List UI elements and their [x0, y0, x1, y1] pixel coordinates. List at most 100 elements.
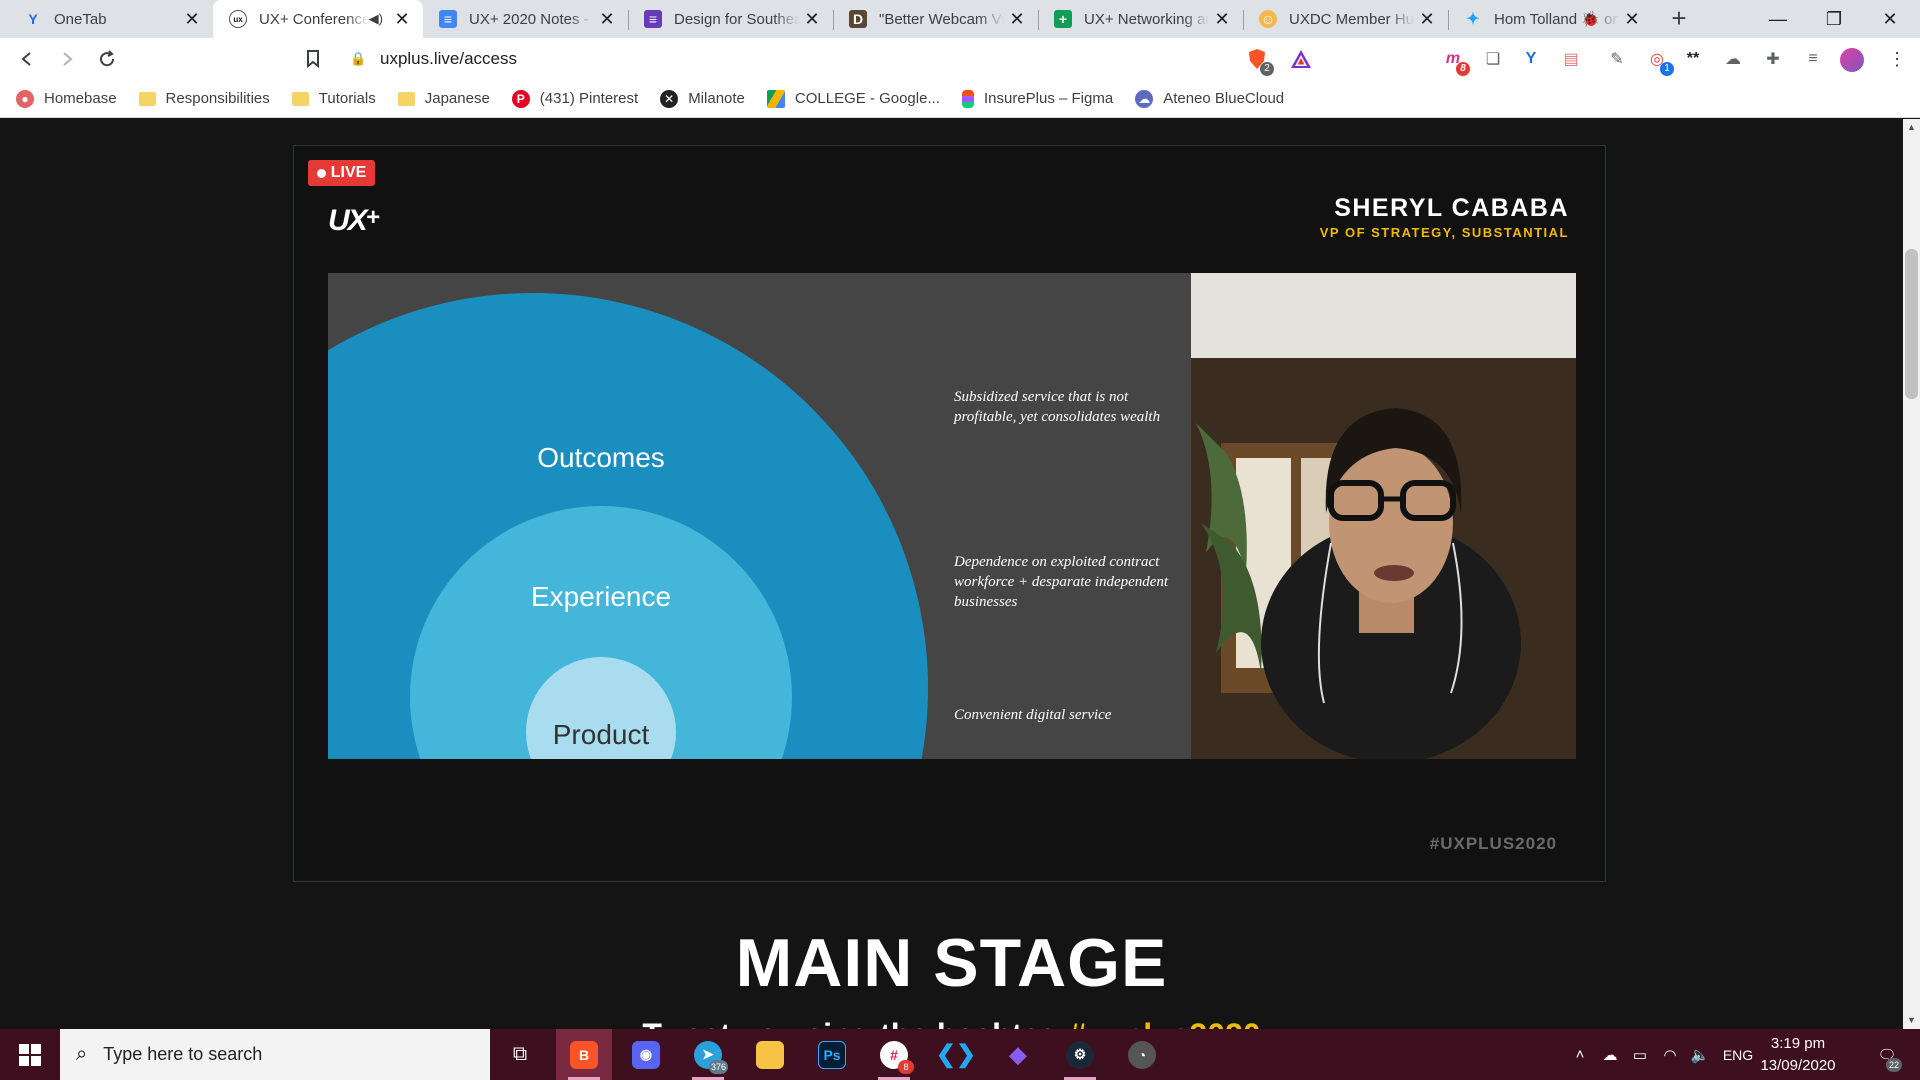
onetab-extension-icon[interactable]: Y: [1520, 48, 1542, 70]
slide-note-experience: Dependence on exploited contract workfor…: [954, 554, 1169, 610]
back-icon: [21, 52, 31, 66]
taskbar-telegram[interactable]: ➤ 376: [680, 1029, 736, 1080]
menu-icon[interactable]: ⋮: [1886, 48, 1908, 70]
hashtag-link[interactable]: #uxplus2020: [1069, 1017, 1261, 1029]
extensions-puzzle-icon[interactable]: ✚: [1762, 48, 1784, 70]
figma-icon: [961, 89, 974, 108]
bookmark-homebase[interactable]: ● Homebase: [16, 89, 117, 108]
taskbar-discord[interactable]: ◉: [618, 1029, 674, 1080]
livestream-player[interactable]: LIVE UX+ SHERYL CABABA VP OF STRATEGY, S…: [293, 145, 1606, 882]
windows-taskbar: ⌕ Type here to search ⧉ B ◉ ➤ 376 Ps #8 ❮…: [0, 1029, 1920, 1080]
bookmark-japanese[interactable]: Japanese: [397, 90, 490, 107]
page-scrollbar[interactable]: ▲ ▼: [1903, 119, 1920, 1029]
onedrive-icon[interactable]: ☁: [1598, 1029, 1622, 1080]
page-content: LIVE UX+ SHERYL CABABA VP OF STRATEGY, S…: [0, 119, 1903, 1029]
taskbar-qbittorrent[interactable]: ◔: [1114, 1029, 1170, 1080]
bookmark-college-drive[interactable]: COLLEGE - Google...: [766, 89, 940, 108]
close-tab-icon[interactable]: ✕: [1008, 9, 1026, 30]
bookmark-page-button[interactable]: [300, 46, 326, 72]
task-view-icon[interactable]: ⧉: [492, 1029, 548, 1080]
bookmark-responsibilities[interactable]: Responsibilities: [138, 90, 270, 107]
experience-label: Experience: [530, 581, 672, 612]
bookmark-tutorials[interactable]: Tutorials: [291, 90, 376, 107]
photoshop-icon: Ps: [818, 1040, 846, 1069]
vscode-icon: ❮❯: [935, 1041, 977, 1068]
media-controls-icon[interactable]: ≡: [1802, 48, 1824, 70]
main-stage-heading: MAIN STAGE: [735, 925, 1168, 1001]
close-window-button[interactable]: ✕: [1862, 0, 1918, 38]
google-drive-icon: [766, 89, 785, 108]
wifi-icon[interactable]: ◠: [1658, 1029, 1682, 1080]
tab-design-southeast[interactable]: ≡ Design for Southeast ✕: [628, 0, 833, 38]
notification-center[interactable]: 🗨 22: [1862, 1029, 1912, 1080]
tab-twitter[interactable]: ✦ Hom Tolland 🐞 on ✕: [1448, 0, 1653, 38]
start-button[interactable]: [0, 1029, 60, 1080]
twitter-icon: ✦: [1466, 11, 1480, 28]
close-tab-icon[interactable]: ✕: [183, 9, 201, 30]
scroll-down-arrow[interactable]: ▼: [1903, 1012, 1920, 1029]
system-clock[interactable]: 3:19 pm 13/09/2020: [1748, 1033, 1848, 1077]
close-tab-icon[interactable]: ✕: [1213, 9, 1231, 30]
copy-extension-icon[interactable]: ❏: [1482, 48, 1504, 70]
dropbox-paper-icon: D: [849, 10, 867, 28]
taskbar-slack[interactable]: #8: [866, 1029, 922, 1080]
target-extension-icon[interactable]: ◎ 1: [1646, 48, 1674, 76]
bookmark-bluecloud[interactable]: ☁ Ateneo BlueCloud: [1135, 89, 1284, 108]
taskbar-brave[interactable]: B: [556, 1029, 612, 1080]
close-tab-icon[interactable]: ✕: [1623, 9, 1641, 30]
taskbar-file-explorer[interactable]: [742, 1029, 798, 1080]
volume-icon[interactable]: 🔈: [1688, 1029, 1712, 1080]
notes-extension-icon[interactable]: ▤: [1560, 48, 1582, 70]
discord-icon: ◉: [632, 1040, 660, 1069]
brave-shields-icon[interactable]: 2: [1246, 48, 1274, 76]
tab-uxdc-member-hub[interactable]: ☺ UXDC Member Hub ✕: [1243, 0, 1448, 38]
brave-rewards-icon[interactable]: [1290, 48, 1312, 70]
live-badge: LIVE: [308, 160, 375, 186]
taskbar-steam[interactable]: ⚙: [1052, 1029, 1108, 1080]
new-tab-button[interactable]: +: [1664, 4, 1694, 34]
tab-uxplus-networking[interactable]: + UX+ Networking an ✕: [1038, 0, 1243, 38]
taskbar-vscode[interactable]: ❮❯: [928, 1029, 984, 1080]
reload-button[interactable]: [94, 46, 120, 72]
onetab-icon: Y: [28, 11, 38, 27]
bookmark-pinterest[interactable]: P (431) Pinterest: [511, 89, 638, 108]
tweet-prompt: Tweet us using the hashtag #uxplus2020: [0, 1017, 1903, 1029]
close-tab-icon[interactable]: ✕: [803, 9, 821, 30]
eyedropper-extension-icon[interactable]: ✎: [1606, 48, 1628, 70]
folder-icon: [291, 91, 309, 106]
audio-playing-icon[interactable]: ◀): [369, 11, 383, 27]
brave-icon: B: [570, 1040, 598, 1069]
folder-icon: [756, 1040, 784, 1069]
forward-button[interactable]: [54, 46, 80, 72]
tab-better-webcam[interactable]: D "Better Webcam Vid ✕: [833, 0, 1038, 38]
maximize-button[interactable]: ❐: [1806, 0, 1862, 38]
minimize-button[interactable]: —: [1750, 0, 1806, 38]
scrollbar-thumb[interactable]: [1905, 249, 1918, 399]
folder-icon: [138, 91, 156, 106]
mail-extension-icon[interactable]: m 8: [1442, 48, 1470, 76]
close-tab-icon[interactable]: ✕: [598, 9, 616, 30]
battery-icon[interactable]: ▭: [1628, 1029, 1652, 1080]
reload-icon: [100, 50, 115, 67]
milanote-icon: ✕: [660, 89, 679, 108]
taskbar-photoshop[interactable]: Ps: [804, 1029, 860, 1080]
bookmark-figma[interactable]: InsurePlus – Figma: [961, 89, 1113, 108]
steam-icon: ⚙: [1066, 1040, 1094, 1069]
tab-uxplus-notes[interactable]: ≡ UX+ 2020 Notes - Go ✕: [423, 0, 628, 38]
bookmark-milanote[interactable]: ✕ Milanote: [660, 89, 745, 108]
address-bar[interactable]: 🔒 uxplus.live/access: [340, 43, 1240, 75]
tab-onetab[interactable]: Y OneTab ✕: [8, 0, 213, 38]
profile-avatar[interactable]: [1840, 48, 1864, 72]
scroll-up-arrow[interactable]: ▲: [1903, 119, 1920, 136]
uxplus-icon: ux: [229, 10, 247, 28]
close-tab-icon[interactable]: ✕: [1418, 9, 1436, 30]
taskbar-obsidian[interactable]: ◆: [990, 1029, 1046, 1080]
password-extension-icon[interactable]: **: [1682, 48, 1704, 70]
tab-uxplus-conference[interactable]: ux UX+ Conference ◀) ✕: [213, 0, 423, 38]
close-tab-icon[interactable]: ✕: [393, 9, 411, 30]
bluecloud-icon: ☁: [1135, 89, 1154, 108]
back-button[interactable]: [14, 46, 40, 72]
show-hidden-icons[interactable]: ˄: [1568, 1029, 1592, 1080]
taskbar-search[interactable]: ⌕ Type here to search: [60, 1029, 490, 1080]
cloud-extension-icon[interactable]: ☁: [1722, 48, 1744, 70]
